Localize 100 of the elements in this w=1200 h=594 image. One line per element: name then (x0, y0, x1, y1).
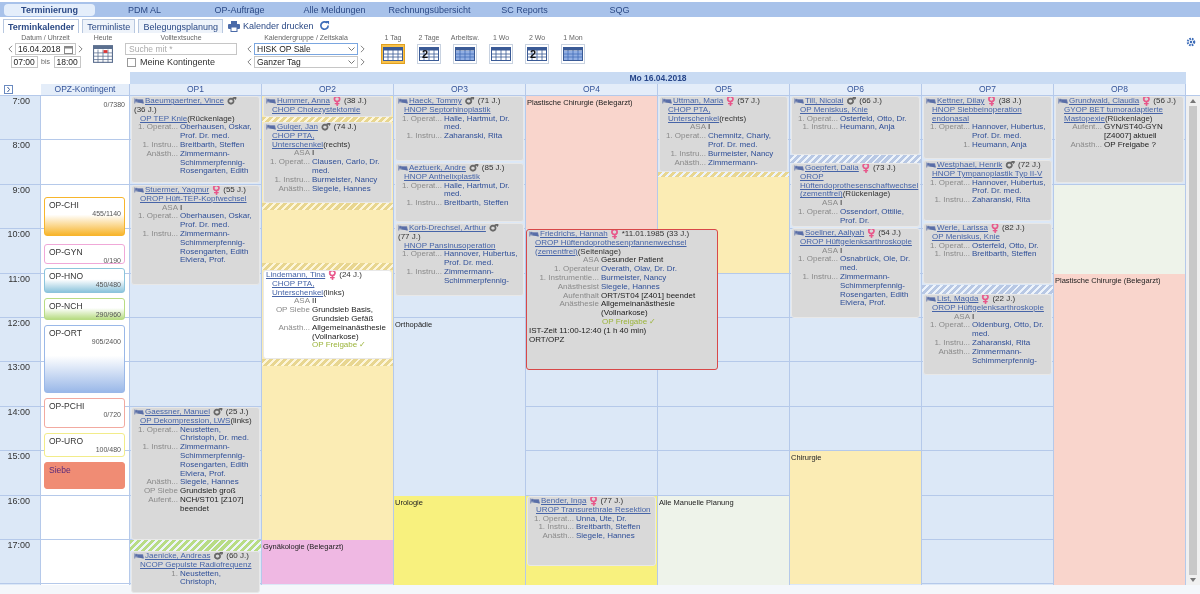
chevron-right-icon[interactable] (78, 45, 83, 53)
patient-age: (85 J.) (481, 164, 505, 173)
field-label: 1. Operat... (928, 241, 970, 250)
patient-link[interactable]: Haeck, Tommy (409, 97, 462, 106)
view-button[interactable] (453, 44, 477, 64)
field-label: Aufent... (1072, 123, 1102, 134)
procedure-text[interactable]: NCOP Gepulste Radiofrequenz (134, 560, 257, 570)
calendar-group-select[interactable]: HISK OP Säle (254, 43, 358, 55)
field-label: ASA (293, 149, 310, 159)
patient-link[interactable]: Goepfert, Dalia (805, 164, 859, 173)
procedure-text[interactable]: HNOP Anthelixplastik (398, 172, 521, 182)
contingent-label: Siebe (49, 465, 71, 475)
procedure-text[interactable]: OROP Hüftgelenksarthroskopie (926, 303, 1049, 313)
field-value: Hannover, Hubertus, Prof. Dr. med. (972, 123, 1047, 141)
nav-tab[interactable]: SC Reports (479, 3, 570, 16)
settings-icon[interactable] (1186, 37, 1196, 47)
nav-tab[interactable]: SQG (574, 3, 665, 16)
procedure-text[interactable]: HNOP Septorhinoplastik (398, 105, 521, 115)
field-label: 1. Instru... (273, 175, 310, 185)
field-label: ASA (821, 199, 838, 208)
chevron-left-icon[interactable] (8, 45, 13, 53)
field-label: 1. Operat... (928, 178, 970, 189)
procedure-text[interactable]: CHOP PTA, Unterschenkel(links) (266, 279, 389, 298)
procedure-text[interactable]: OROP Hüftendoprothesenschaftwechsel (zementfrei)(Rückenlage) (794, 172, 917, 200)
field-value: OP Freigabe ? (1104, 141, 1156, 150)
procedure-text[interactable]: OROP Hüftgelenksarthroskopie (794, 237, 917, 247)
patient-link[interactable]: Kettner, Dilay (937, 97, 985, 106)
patient-link[interactable]: Bender, Inga (541, 497, 587, 506)
view-button[interactable] (489, 44, 513, 64)
contingent-label: OP-GYN (49, 247, 83, 257)
nav-tab[interactable]: OP-Aufträge (194, 3, 285, 16)
field-value: Siegele, Hannes (312, 184, 371, 194)
time-to-field[interactable]: 18:00 (53, 56, 81, 68)
patient-age: (60 J.) (226, 552, 249, 560)
patient-link[interactable]: Baeumgaertner, Vince (145, 97, 224, 106)
procedure-text[interactable]: CHOP PTA, Unterschenkel(rechts) (662, 105, 785, 124)
sub-tab[interactable]: Terminkalender (3, 19, 80, 33)
patient-link[interactable]: Grundwald, Claudia (1069, 97, 1140, 106)
procedure-text[interactable]: OROP Hüft-TEP-Kopfwechsel (134, 194, 257, 204)
column-header: OP7 (922, 84, 1054, 95)
nav-tab[interactable]: Alle Meldungen (289, 3, 380, 16)
hour-label: 14:00 (7, 406, 30, 417)
expand-icon[interactable] (4, 85, 13, 94)
sub-tab[interactable]: Terminliste (82, 19, 136, 33)
patient-link[interactable]: Uttman, Maria (673, 97, 724, 106)
patient-link[interactable]: Stuermer, Yagmur (145, 186, 210, 195)
time-scale-select[interactable]: Ganzer Tag (254, 56, 358, 68)
field-value: Hannover, Hubertus, Prof. Dr. med. (444, 250, 519, 268)
nav-tab[interactable]: PDM AL (99, 3, 190, 16)
print-button[interactable]: Kalender drucken (225, 19, 316, 33)
today-calendar-icon[interactable] (93, 45, 113, 63)
patient-link[interactable]: Lindemann, Tina (266, 271, 326, 280)
procedure-text[interactable]: OP TEP Knie(Rückenlage) (134, 114, 257, 124)
patient-link[interactable]: Till, Nicolai (805, 97, 844, 106)
scrollbar[interactable] (1186, 96, 1200, 585)
patient-link[interactable]: Werle, Larissa (937, 224, 988, 233)
checkbox[interactable] (127, 57, 136, 67)
view-button[interactable] (561, 44, 585, 64)
patient-link[interactable]: Friedrichs, Hannah (540, 230, 608, 239)
field-value: I (972, 312, 975, 322)
contingent-block[interactable]: Siebe (44, 462, 125, 489)
scroll-down-icon[interactable] (1190, 578, 1196, 582)
patient-link[interactable]: Jaenicke, Andreas (145, 552, 211, 561)
procedure-text[interactable]: OROP Hüftendoprothesenpfannenwechsel (zementfrei)(Seitenlage) (529, 238, 715, 257)
time-from-field[interactable]: 07:00 (10, 56, 38, 68)
field-value: ORT/ST04 [Z401] beendet (601, 291, 696, 300)
search-field[interactable]: Suche mit * (125, 43, 237, 55)
procedure-text[interactable]: HNOP Tympanoplastik Typ II-V (926, 169, 1049, 179)
procedure-text[interactable]: CHOP PTA, Unterschenkel(rechts) (266, 131, 389, 150)
procedure-text[interactable]: GYOP BET tumoradaptierte Mastopexie(Rückenlage) (1058, 105, 1181, 124)
appointment-card[interactable] (526, 229, 718, 370)
view-button[interactable]: 2 (525, 44, 549, 64)
view-button[interactable] (381, 44, 405, 64)
patient-link[interactable]: Aeztuerk, Andre (409, 164, 466, 173)
patient-link[interactable]: Gaessner, Manuel (145, 408, 210, 417)
procedure-text[interactable]: OP Meniskus, Knie (926, 232, 1049, 242)
procedure-text[interactable]: OP Dekompression, LWS(links) (134, 416, 257, 426)
patient-link[interactable]: Soellner, Aaliyah (805, 229, 865, 238)
patient-link[interactable]: List, Magda (937, 295, 979, 304)
view-button[interactable]: 2 (417, 44, 441, 64)
nav-tab[interactable]: Terminierung (4, 3, 95, 16)
procedure-text[interactable]: HNOP Pansinusoperation (398, 241, 521, 251)
field-value: Gesunder Patient (601, 256, 664, 266)
procedure-text[interactable]: UROP Transurethrale Resektion (530, 505, 653, 515)
patient-link[interactable]: Korb-Drechsel, Arthur (409, 224, 486, 233)
procedure-text[interactable]: OP Meniskus, Knie (794, 105, 917, 115)
field-value: Neustetten, Christoph, Dr. med. (180, 425, 249, 444)
calendar-icon[interactable] (64, 44, 73, 54)
sub-tab[interactable]: Belegungsplanung (138, 19, 223, 33)
patient-link[interactable]: Gulger, Jan (277, 123, 318, 132)
field-label: 1. Operat... (664, 132, 706, 143)
date-field[interactable]: 16.04.2018 (15, 43, 76, 55)
nav-tab[interactable]: Rechnungsübersicht (384, 3, 475, 16)
patient-link[interactable]: Hummer, Anna (277, 97, 330, 106)
patient-link[interactable]: Westphael, Henrik (937, 161, 1003, 170)
scroll-up-icon[interactable] (1190, 99, 1196, 103)
procedure-text[interactable]: HNOP Siebbeinoperation endonasal (926, 105, 1049, 124)
column-header: OP4 (526, 84, 658, 95)
refresh-icon[interactable] (318, 20, 330, 31)
procedure-text[interactable]: CHOP Cholezystektomie (266, 105, 389, 115)
